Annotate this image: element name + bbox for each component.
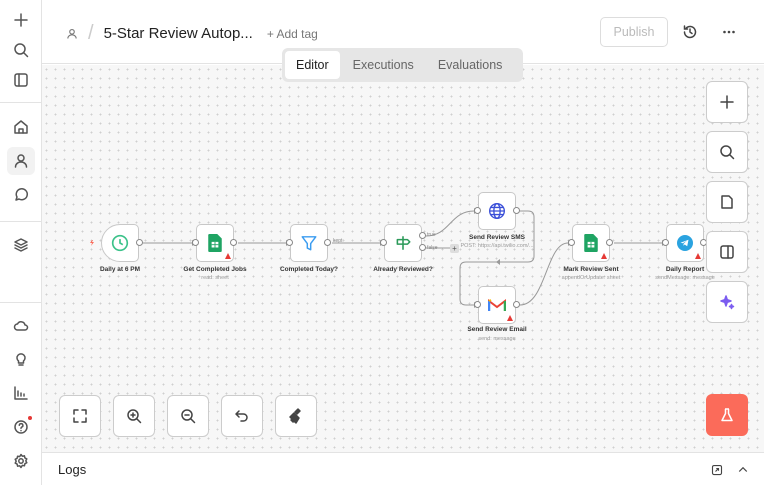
input-port[interactable] bbox=[474, 207, 481, 214]
node-completed-today[interactable] bbox=[290, 224, 328, 262]
cloud-icon[interactable] bbox=[7, 311, 35, 339]
node-daily-at-6pm[interactable] bbox=[101, 224, 139, 262]
output-port-true[interactable] bbox=[419, 232, 426, 239]
input-port[interactable] bbox=[380, 239, 387, 246]
zoom-out-icon bbox=[181, 409, 196, 424]
flask-icon bbox=[721, 408, 733, 422]
input-port[interactable] bbox=[474, 301, 481, 308]
logs-bar[interactable]: Logs bbox=[42, 452, 764, 485]
plus-icon bbox=[720, 95, 734, 109]
tab-executions[interactable]: Executions bbox=[342, 51, 425, 79]
search-icon bbox=[720, 145, 735, 160]
view-tabs: Editor Executions Evaluations bbox=[282, 48, 523, 82]
publish-button[interactable]: Publish bbox=[600, 17, 668, 47]
node-send-review-sms[interactable] bbox=[478, 192, 516, 230]
google-sheets-icon bbox=[208, 234, 222, 252]
warning-icon bbox=[225, 253, 231, 259]
divider bbox=[0, 102, 41, 103]
input-port[interactable] bbox=[568, 239, 575, 246]
input-port[interactable] bbox=[662, 239, 669, 246]
ai-assistant-button[interactable] bbox=[706, 281, 748, 323]
node-subtitle: send: message bbox=[478, 336, 516, 342]
layers-icon[interactable] bbox=[7, 231, 35, 259]
globe-icon bbox=[489, 203, 505, 219]
logs-label: Logs bbox=[58, 462, 87, 477]
add-node-panel-button[interactable] bbox=[706, 81, 748, 123]
pop-out-icon[interactable] bbox=[711, 464, 723, 476]
search-nodes-button[interactable] bbox=[706, 131, 748, 173]
panel-icon bbox=[720, 245, 734, 259]
settings-icon[interactable] bbox=[7, 447, 35, 475]
warning-icon bbox=[507, 315, 513, 321]
history-icon[interactable] bbox=[682, 24, 698, 40]
clock-icon bbox=[111, 234, 129, 252]
chat-icon[interactable] bbox=[7, 181, 35, 209]
breadcrumb-separator: / bbox=[88, 22, 94, 44]
help-icon[interactable] bbox=[7, 413, 35, 441]
output-port-false[interactable] bbox=[419, 244, 426, 251]
node-daily-report[interactable] bbox=[666, 224, 704, 262]
node-subtitle: read: sheet bbox=[201, 275, 229, 281]
output-port[interactable] bbox=[513, 301, 520, 308]
filter-icon bbox=[301, 236, 317, 251]
node-get-completed-jobs[interactable] bbox=[196, 224, 234, 262]
workflow-title[interactable]: 5-Star Review Autop... bbox=[104, 25, 253, 42]
node-label: Already Reviewed? bbox=[373, 266, 433, 273]
search-icon[interactable] bbox=[7, 36, 35, 64]
port-label-true: true bbox=[427, 232, 436, 238]
notification-dot bbox=[28, 416, 32, 420]
fit-view-button[interactable] bbox=[59, 395, 101, 437]
node-label: Send Review SMS bbox=[469, 234, 525, 241]
node-send-review-email[interactable] bbox=[478, 286, 516, 324]
node-already-reviewed[interactable] bbox=[384, 224, 422, 262]
lightbulb-icon[interactable] bbox=[7, 345, 35, 373]
sidebar-toggle-icon[interactable] bbox=[7, 66, 35, 94]
input-port[interactable] bbox=[192, 239, 199, 246]
add-tag-button[interactable]: + Add tag bbox=[267, 27, 318, 41]
output-port[interactable] bbox=[230, 239, 237, 246]
output-port[interactable] bbox=[606, 239, 613, 246]
google-sheets-icon bbox=[584, 234, 598, 252]
input-port[interactable] bbox=[286, 239, 293, 246]
divider bbox=[0, 221, 41, 222]
home-icon[interactable] bbox=[7, 113, 35, 141]
tab-evaluations[interactable]: Evaluations bbox=[427, 51, 514, 79]
output-port[interactable] bbox=[513, 207, 520, 214]
output-port[interactable] bbox=[136, 239, 143, 246]
tab-editor[interactable]: Editor bbox=[285, 51, 340, 79]
personal-icon[interactable] bbox=[66, 28, 78, 40]
breadcrumb: / 5-Star Review Autop... + Add tag bbox=[66, 22, 318, 45]
gmail-icon bbox=[488, 299, 506, 311]
sidebar bbox=[0, 0, 42, 485]
insights-icon[interactable] bbox=[7, 379, 35, 407]
add-icon[interactable] bbox=[7, 6, 35, 34]
fullscreen-icon bbox=[73, 409, 87, 423]
undo-icon bbox=[235, 410, 248, 422]
warning-icon bbox=[601, 253, 607, 259]
sparkles-icon bbox=[720, 295, 735, 310]
zoom-out-button[interactable] bbox=[167, 395, 209, 437]
chevron-up-icon[interactable] bbox=[737, 464, 749, 476]
broom-icon bbox=[289, 408, 301, 424]
undo-button[interactable] bbox=[221, 395, 263, 437]
port-label-false: false bbox=[427, 245, 438, 251]
divider bbox=[0, 302, 41, 303]
personal-icon[interactable] bbox=[7, 147, 35, 175]
toggle-panel-button[interactable] bbox=[706, 231, 748, 273]
add-node-button[interactable]: + bbox=[450, 244, 459, 253]
port-label-kept: kept bbox=[333, 238, 343, 244]
tidy-up-button[interactable] bbox=[275, 395, 317, 437]
node-mark-review-sent[interactable] bbox=[572, 224, 610, 262]
node-label: Send Review Email bbox=[467, 326, 527, 333]
more-options-icon[interactable] bbox=[721, 24, 737, 40]
sticky-note-button[interactable] bbox=[706, 181, 748, 223]
warning-icon bbox=[695, 253, 701, 259]
telegram-icon bbox=[677, 235, 693, 251]
note-icon bbox=[721, 195, 733, 209]
signpost-icon bbox=[396, 236, 411, 250]
zoom-in-icon bbox=[127, 409, 142, 424]
zoom-in-button[interactable] bbox=[113, 395, 155, 437]
output-port[interactable] bbox=[324, 239, 331, 246]
test-workflow-button[interactable] bbox=[706, 394, 748, 436]
